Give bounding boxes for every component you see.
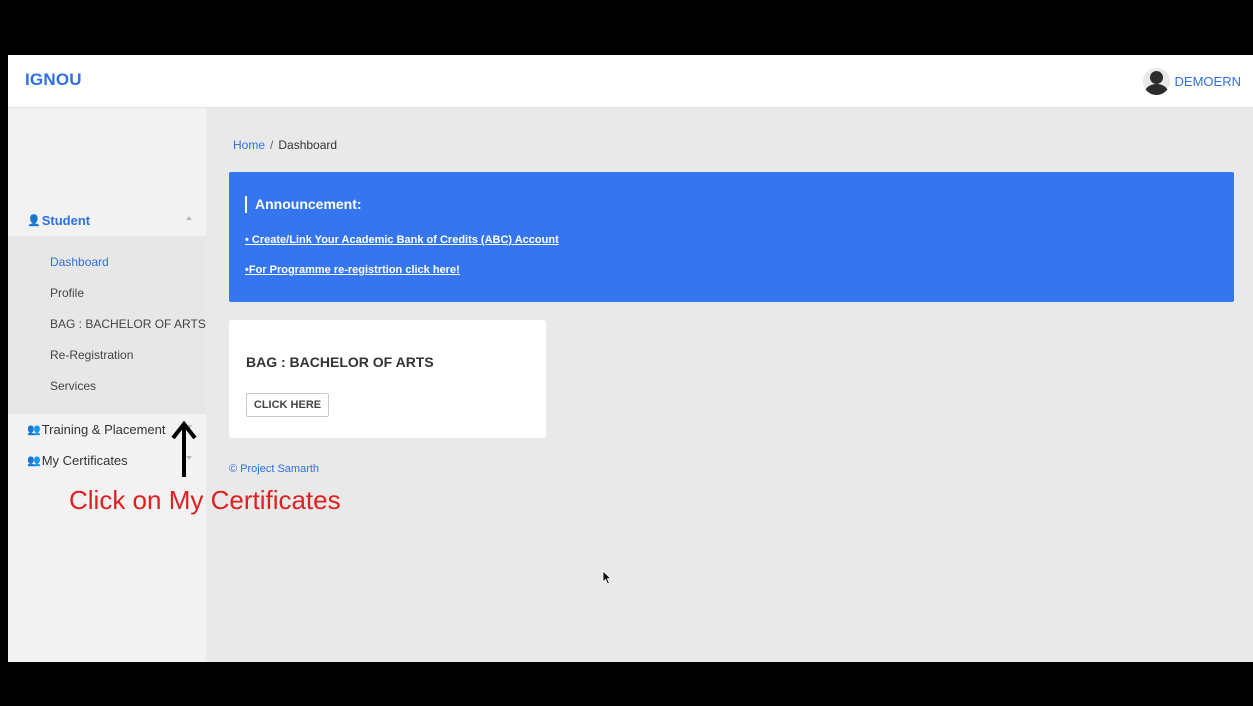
student-submenu: Dashboard Profile BAG : BACHELOR OF ARTS… xyxy=(8,236,206,414)
sidebar-group-label: My Certificates xyxy=(41,452,128,468)
user-name[interactable]: DEMOERN xyxy=(1175,74,1241,89)
annotation-text: Click on My Certificates xyxy=(69,485,341,515)
announcement-panel: Announcement: • Create/Link Your Academi… xyxy=(229,172,1234,302)
abc-account-link[interactable]: • Create/Link Your Academic Bank of Cred… xyxy=(245,234,559,246)
breadcrumb-separator: / xyxy=(270,138,274,152)
breadcrumb: Home / Dashboard xyxy=(233,138,337,152)
sidebar: 👤 Student Dashboard Profile BAG : BACHEL… xyxy=(8,108,206,662)
programme-title: BAG : BACHELOR OF ARTS xyxy=(246,354,434,370)
footer-credit[interactable]: © Project Samarth xyxy=(229,463,319,475)
up-arrow-icon xyxy=(171,421,197,477)
brand-logo[interactable]: IGNOU xyxy=(25,70,82,90)
user-avatar-icon[interactable] xyxy=(1142,68,1170,95)
breadcrumb-current: Dashboard xyxy=(278,138,338,152)
sidebar-item-dashboard[interactable]: Dashboard xyxy=(50,255,109,269)
sidebar-group-label: Student xyxy=(41,212,91,228)
sidebar-item-programme[interactable]: BAG : BACHELOR OF ARTS xyxy=(50,317,206,331)
user-icon: 👤 xyxy=(27,214,41,227)
users-icon: 👥 xyxy=(27,423,41,436)
programme-card: BAG : BACHELOR OF ARTS CLICK HERE xyxy=(229,320,546,438)
breadcrumb-home-link[interactable]: Home xyxy=(233,138,265,152)
user-menu[interactable]: DEMOERN xyxy=(1142,68,1241,95)
re-registration-link[interactable]: •For Programme re-registrtion click here… xyxy=(245,264,460,276)
sidebar-item-re-registration[interactable]: Re-Registration xyxy=(50,348,133,362)
chevron-up-icon xyxy=(186,216,192,220)
sidebar-group-label: Training & Placement xyxy=(41,421,166,437)
announcement-title: Announcement: xyxy=(245,196,362,213)
sidebar-item-profile[interactable]: Profile xyxy=(50,286,84,300)
mouse-cursor-icon xyxy=(602,570,612,585)
app-window: IGNOU DEMOERN 👤 Student Dashboard Profil… xyxy=(8,55,1253,662)
sidebar-item-services[interactable]: Services xyxy=(50,379,96,393)
main-content: Home / Dashboard Announcement: • Create/Li… xyxy=(206,108,1253,662)
sidebar-group-student[interactable]: 👤 Student xyxy=(8,205,206,235)
top-navbar: IGNOU DEMOERN xyxy=(8,55,1253,108)
click-here-button[interactable]: CLICK HERE xyxy=(246,393,329,417)
users-icon: 👥 xyxy=(27,454,41,467)
